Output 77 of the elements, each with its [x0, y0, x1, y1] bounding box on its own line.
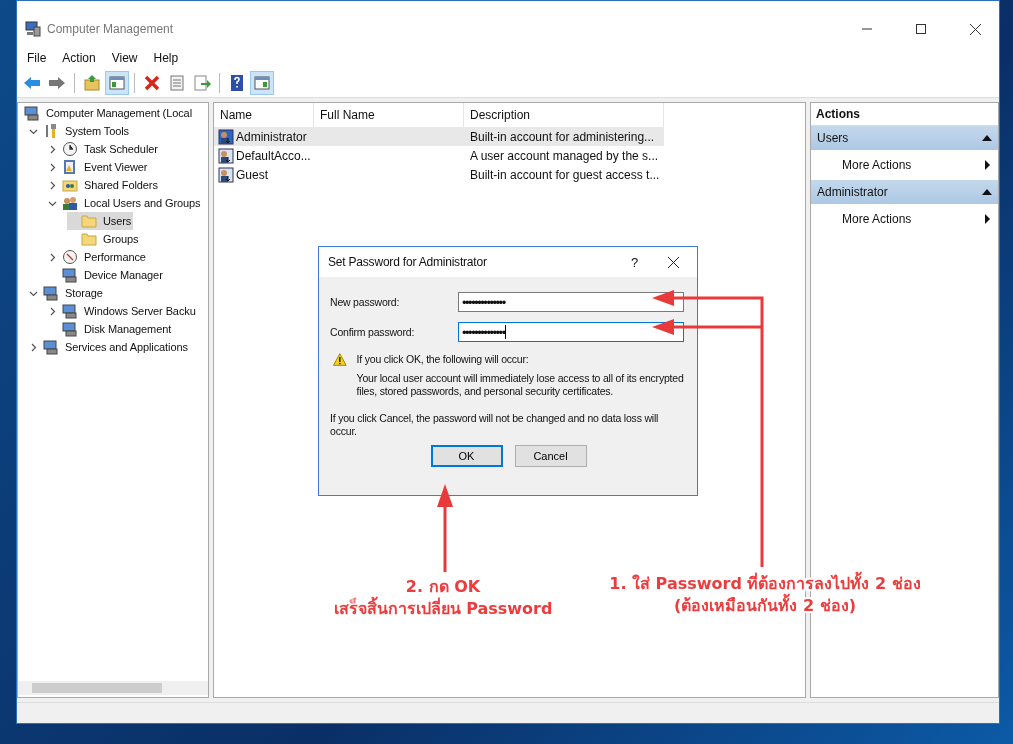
- tree-item[interactable]: Device Manager: [48, 266, 165, 284]
- action-item[interactable]: More Actions: [811, 150, 998, 180]
- horizontal-scrollbar[interactable]: [18, 681, 208, 695]
- action-item[interactable]: More Actions: [811, 204, 998, 234]
- tree-node-icon: [62, 249, 78, 265]
- ok-button[interactable]: OK: [430, 445, 503, 467]
- submenu-arrow-icon: [985, 214, 990, 224]
- tree-item[interactable]: Local Users and Groups: [48, 194, 203, 212]
- tree-node-icon: [62, 141, 78, 157]
- tree-node-icon: [62, 321, 78, 337]
- tree-node-icon: [43, 123, 59, 139]
- table-row[interactable]: Guest Built-in account for guest access t...: [214, 165, 664, 184]
- password-field[interactable]: ••••••••••••••: [458, 292, 684, 312]
- action-section-header[interactable]: Administrator: [811, 180, 998, 204]
- chevron-icon[interactable]: [48, 252, 57, 262]
- annotation-text: 1. ใส่ Password ที่ต้องการลงไปทั้ง 2 ช่อง: [565, 573, 965, 595]
- table-cell: Built-in account for administering...: [470, 129, 655, 144]
- tree-item[interactable]: Event Viewer: [48, 158, 150, 176]
- field-label: Confirm password:: [330, 326, 416, 338]
- user-icon: [218, 166, 234, 183]
- maximize-icon[interactable]: [916, 24, 926, 34]
- table-row[interactable]: Administrator Built-in account for administering...: [214, 127, 664, 146]
- warning-icon: [333, 353, 347, 366]
- annotation-text: เสร็จสิ้นการเปลี่ยน Password: [318, 598, 568, 620]
- window-title: Computer Management: [47, 22, 174, 36]
- submenu-arrow-icon: [985, 160, 990, 170]
- app-icon: [25, 21, 41, 37]
- tree-item[interactable]: Users: [67, 212, 134, 230]
- menu-item[interactable]: File: [19, 51, 55, 65]
- tree-node-icon: [24, 105, 40, 121]
- tree-item[interactable]: Windows Server Backu: [48, 302, 198, 320]
- warning-title: If you click OK, the following will occur:: [356, 353, 530, 365]
- tree-item[interactable]: Disk Management: [48, 320, 174, 338]
- tree-item[interactable]: Task Scheduler: [48, 140, 160, 158]
- field-label: New password:: [330, 296, 401, 308]
- tree-item[interactable]: Services and Applications: [29, 338, 190, 356]
- help-button[interactable]: ?: [630, 254, 638, 270]
- tree-item[interactable]: Storage: [29, 284, 105, 302]
- action-section-header[interactable]: Users: [811, 126, 998, 150]
- cancel-button[interactable]: Cancel: [514, 445, 587, 467]
- menu-item[interactable]: View: [103, 51, 146, 65]
- table-cell: Administrator: [236, 129, 307, 144]
- collapse-icon[interactable]: [982, 189, 992, 195]
- dialog-title: Set Password for Administrator: [328, 255, 487, 269]
- close-icon[interactable]: [668, 256, 679, 268]
- tree-node-icon: [62, 267, 78, 283]
- tree-node-icon: [43, 339, 59, 355]
- tree-icon[interactable]: [105, 71, 129, 95]
- tree-item[interactable]: System Tools: [29, 122, 131, 140]
- tree-item[interactable]: Computer Management (Local: [18, 104, 194, 122]
- tree-node-icon: [62, 303, 78, 319]
- actionpane-icon[interactable]: [250, 71, 274, 95]
- table-cell: Built-in account for guest access t...: [470, 167, 660, 182]
- user-icon: [218, 147, 234, 164]
- password-field[interactable]: ••••••••••••••: [458, 322, 684, 342]
- warning-text: Your local user account will immediately lose access to all of its encrypted files, stored passwords, and personal security certificates.: [356, 372, 685, 398]
- user-icon: [218, 128, 234, 145]
- tree-node-icon: [43, 285, 59, 301]
- folder-icon: [81, 213, 97, 229]
- menu-item[interactable]: Help: [145, 51, 187, 65]
- close-icon[interactable]: [970, 23, 981, 35]
- table-cell: DefaultAcco...: [236, 148, 311, 163]
- tree-item[interactable]: Groups: [67, 230, 141, 248]
- collapse-icon[interactable]: [982, 135, 992, 141]
- table-row[interactable]: DefaultAcco... A user account managed by the s...: [214, 146, 664, 165]
- annotation-text: 2. กด OK: [404, 576, 482, 596]
- tree-item[interactable]: Shared Folders: [48, 176, 160, 194]
- tree-node-icon: [62, 159, 78, 175]
- cancel-note: If you click Cancel, the password will not be changed and no data loss will occur.: [330, 412, 660, 438]
- table-cell: Guest: [236, 167, 268, 182]
- tree-node-icon: [62, 195, 78, 211]
- tree-node-icon: [62, 177, 78, 193]
- annotation-text: (ต้องเหมือนกันทั้ง 2 ช่อง): [565, 595, 965, 617]
- table-cell: A user account managed by the s...: [470, 148, 659, 163]
- tree-item[interactable]: Performance: [48, 248, 148, 266]
- chevron-icon[interactable]: [29, 342, 38, 352]
- menu-item[interactable]: Action: [54, 51, 104, 65]
